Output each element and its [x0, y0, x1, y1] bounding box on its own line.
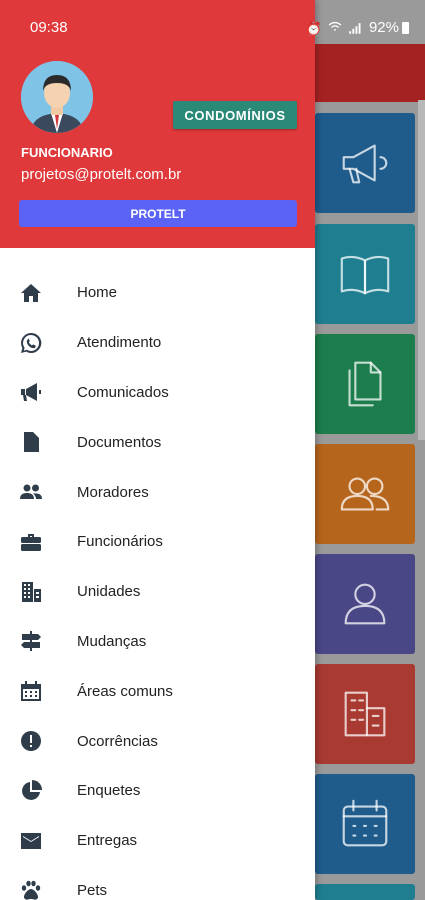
- pie-chart-icon: [19, 779, 43, 803]
- alert-icon: [19, 729, 43, 753]
- background-tile-book[interactable]: [315, 224, 415, 324]
- menu-item-label: Moradores: [77, 483, 149, 501]
- background-tile-documents[interactable]: [315, 334, 415, 434]
- megaphone-icon: [19, 380, 43, 404]
- status-bar: 09:38 ⏰ 92%: [0, 0, 425, 44]
- company-button[interactable]: PROTELT: [19, 200, 297, 227]
- menu-item-enquetes[interactable]: Enquetes: [0, 766, 315, 816]
- scrollbar[interactable]: [418, 100, 425, 440]
- background-tile-people[interactable]: [315, 444, 415, 544]
- document-icon: [19, 430, 43, 454]
- home-icon: [19, 281, 43, 305]
- menu-item-documentos[interactable]: Documentos: [0, 417, 315, 467]
- battery-status: 92%: [369, 19, 409, 36]
- menu-item-mudancas[interactable]: Mudanças: [0, 617, 315, 667]
- user-email: projetos@protelt.com.br: [21, 166, 182, 183]
- menu-item-label: Documentos: [77, 433, 162, 451]
- alarm-icon: ⏰: [305, 20, 322, 36]
- menu-item-comunicados[interactable]: Comunicados: [0, 368, 315, 418]
- people-icon: [19, 480, 43, 504]
- whatsapp-icon: [19, 331, 43, 355]
- documents-icon: [348, 361, 382, 407]
- status-icons: ⏰: [306, 19, 363, 38]
- menu-item-label: Atendimento: [77, 334, 162, 352]
- menu-item-ocorrencias[interactable]: Ocorrências: [0, 716, 315, 766]
- paw-icon: [19, 878, 43, 900]
- mail-icon: [19, 829, 43, 853]
- person-icon: [344, 583, 386, 625]
- menu-item-atendimento[interactable]: Atendimento: [0, 318, 315, 368]
- menu-item-label: Enquetes: [77, 782, 141, 800]
- menu-item-label: Home: [77, 284, 118, 302]
- condominios-button[interactable]: CONDOMÍNIOS: [173, 101, 297, 129]
- wifi-icon: [327, 19, 343, 38]
- user-avatar-icon: [21, 61, 93, 133]
- menu-item-entregas[interactable]: Entregas: [0, 816, 315, 866]
- calendar-icon: [342, 799, 388, 847]
- background-tile-megaphone[interactable]: [315, 113, 415, 213]
- navigation-drawer: CONDOMÍNIOS FUNCIONARIO projetos@protelt…: [0, 0, 315, 900]
- signal-icon: [348, 20, 363, 38]
- megaphone-icon: [342, 144, 388, 184]
- menu-item-pets[interactable]: Pets: [0, 866, 315, 900]
- menu-item-label: Comunicados: [77, 383, 169, 401]
- background-tile-person[interactable]: [315, 554, 415, 654]
- background-tile-building[interactable]: [315, 664, 415, 764]
- status-time: 09:38: [30, 19, 68, 36]
- menu-item-label: Áreas comuns: [77, 682, 173, 700]
- background-tile-partial[interactable]: [315, 884, 415, 900]
- menu-item-areas-comuns[interactable]: Áreas comuns: [0, 666, 315, 716]
- calendar-icon: [19, 679, 43, 703]
- building-icon: [344, 691, 386, 737]
- menu-item-label: Mudanças: [77, 632, 147, 650]
- menu-item-label: Ocorrências: [77, 732, 158, 750]
- battery-icon: [402, 21, 409, 34]
- menu-item-label: Pets: [77, 881, 108, 899]
- people-icon: [340, 477, 390, 511]
- drawer-menu: Home Atendimento Comunicados Documentos …: [0, 268, 315, 900]
- menu-item-label: Unidades: [77, 583, 141, 601]
- menu-item-funcionarios[interactable]: Funcionários: [0, 517, 315, 567]
- book-icon: [340, 255, 390, 295]
- battery-percent: 92%: [368, 19, 399, 36]
- building-icon: [19, 580, 43, 604]
- background-tile-calendar[interactable]: [315, 774, 415, 874]
- signpost-icon: [19, 629, 43, 653]
- menu-item-home[interactable]: Home: [0, 268, 315, 318]
- briefcase-icon: [19, 530, 43, 554]
- menu-item-unidades[interactable]: Unidades: [0, 567, 315, 617]
- menu-item-label: Funcionários: [77, 533, 163, 551]
- avatar[interactable]: [21, 61, 93, 133]
- menu-item-label: Entregas: [77, 832, 138, 850]
- user-role: FUNCIONARIO: [21, 145, 113, 160]
- menu-item-moradores[interactable]: Moradores: [0, 467, 315, 517]
